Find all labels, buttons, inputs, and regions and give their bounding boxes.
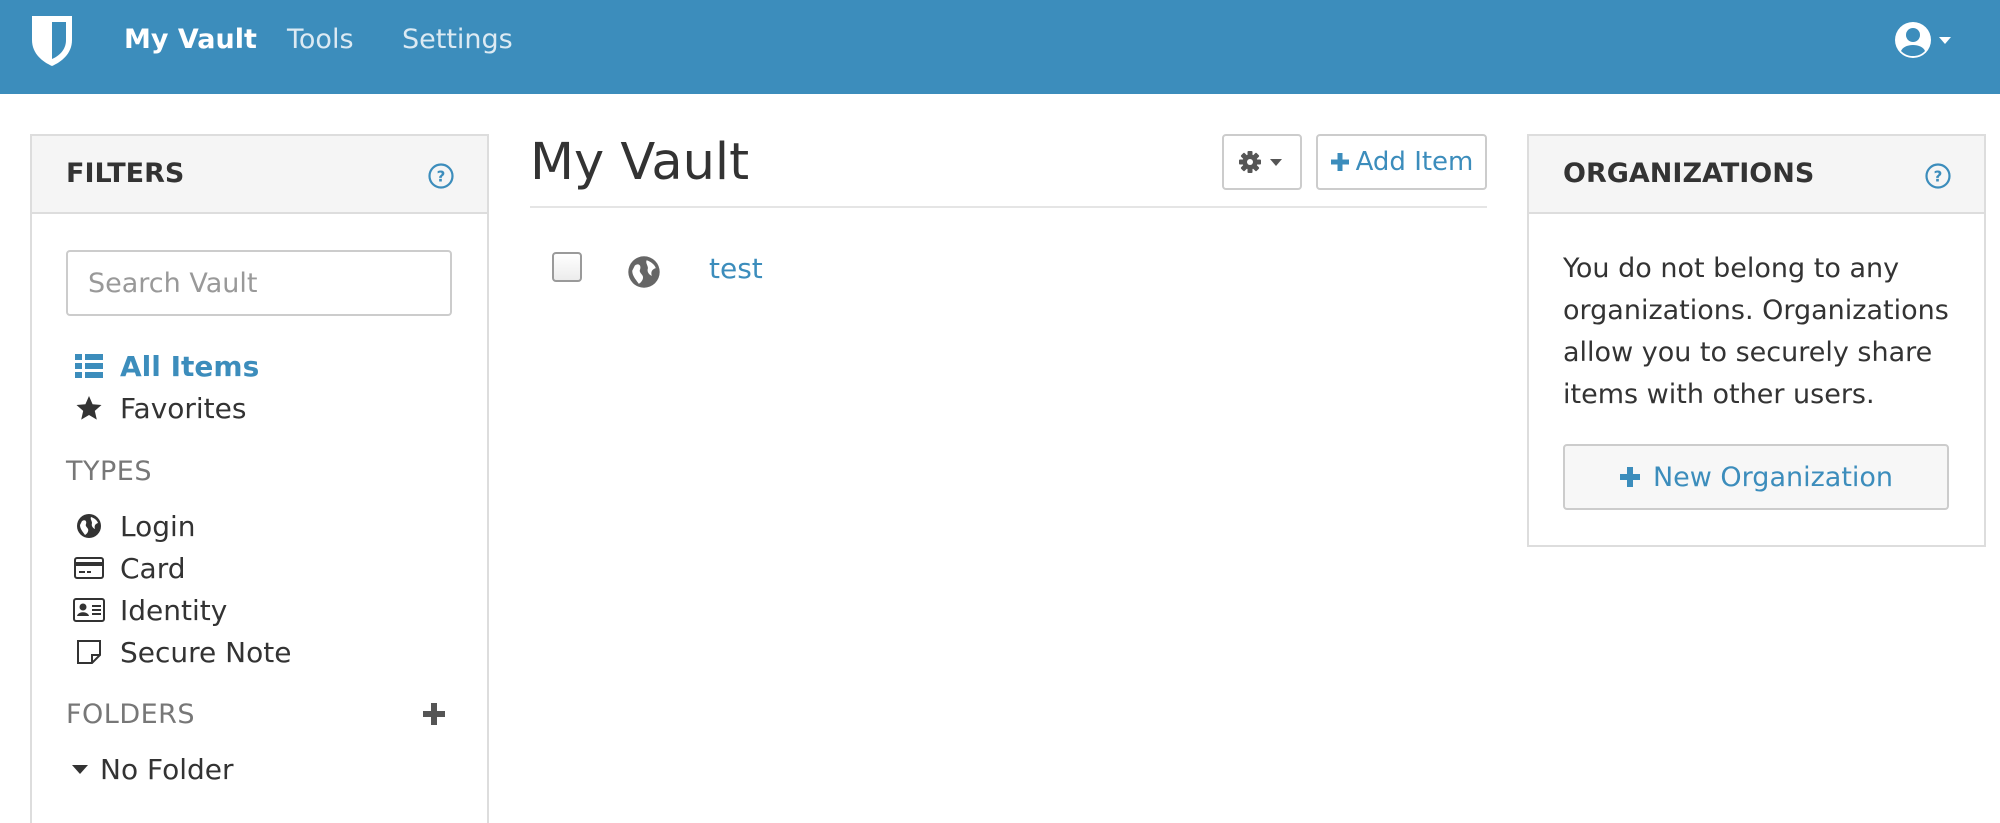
organizations-panel: ORGANIZATIONS ? You do not belong to any…: [1527, 134, 1986, 547]
nav-settings[interactable]: Settings: [402, 20, 513, 60]
filter-type-login-label: Login: [120, 509, 196, 543]
nav-my-vault[interactable]: My Vault: [124, 20, 257, 60]
item-name-link[interactable]: test: [709, 251, 763, 287]
help-icon[interactable]: ?: [1925, 163, 1951, 189]
top-navbar: My Vault Tools Settings: [0, 0, 2000, 94]
new-organization-label: New Organization: [1652, 461, 1894, 493]
folder-no-folder-label: No Folder: [100, 752, 234, 786]
filter-all-items-label: All Items: [120, 349, 260, 383]
folders-heading: FOLDERS: [66, 699, 196, 730]
filter-type-secure-note-label: Secure Note: [120, 635, 292, 669]
nav-tools[interactable]: Tools: [287, 20, 354, 60]
title-divider: [530, 206, 1487, 208]
filters-panel: FILTERS ? All Items Favorites TYPES: [30, 134, 489, 823]
filter-type-identity[interactable]: Identity: [66, 590, 227, 630]
filter-all-items[interactable]: All Items: [66, 346, 259, 386]
filter-type-identity-label: Identity: [120, 593, 228, 627]
plus-icon: [1619, 467, 1640, 487]
filter-favorites[interactable]: Favorites: [66, 388, 246, 428]
gear-icon: [1239, 151, 1282, 173]
page-title: My Vault: [530, 133, 750, 192]
help-icon[interactable]: ?: [428, 163, 454, 189]
filter-type-login[interactable]: Login: [66, 506, 196, 546]
organizations-description: You do not belong to any organizations. …: [1563, 253, 1949, 410]
folder-no-folder[interactable]: No Folder: [66, 749, 234, 789]
svg-text:?: ?: [437, 168, 446, 186]
sticky-note-icon: [70, 637, 108, 667]
add-item-label: Add Item: [1355, 147, 1474, 177]
new-organization-button[interactable]: New Organization: [1563, 444, 1949, 510]
account-menu[interactable]: [1893, 18, 1955, 62]
star-icon: [70, 393, 108, 423]
globe-icon: [70, 511, 108, 541]
shield-icon[interactable]: [30, 14, 74, 68]
caret-down-icon: [72, 765, 88, 774]
add-item-button[interactable]: Add Item: [1316, 134, 1487, 190]
chevron-down-icon: [1939, 37, 1951, 44]
add-folder-icon[interactable]: [422, 702, 446, 726]
plus-icon: [1330, 153, 1349, 171]
settings-dropdown-button[interactable]: [1222, 134, 1302, 190]
organizations-header: ORGANIZATIONS ?: [1529, 136, 1984, 214]
types-heading: TYPES: [66, 456, 152, 487]
item-checkbox[interactable]: [552, 252, 582, 282]
filter-type-card[interactable]: Card: [66, 548, 186, 588]
organizations-title: ORGANIZATIONS: [1563, 158, 1815, 189]
filter-type-card-label: Card: [120, 551, 186, 585]
user-circle-icon: [1895, 22, 1951, 58]
grid-icon: [70, 351, 108, 381]
search-vault-input[interactable]: [66, 250, 452, 316]
credit-card-icon: [70, 553, 108, 583]
svg-text:?: ?: [1934, 168, 1943, 186]
globe-icon: [628, 256, 660, 288]
filter-type-secure-note[interactable]: Secure Note: [66, 632, 291, 672]
filter-favorites-label: Favorites: [120, 391, 247, 425]
filters-header: FILTERS ?: [32, 136, 487, 214]
filters-title: FILTERS: [66, 158, 185, 189]
id-card-icon: [70, 595, 108, 625]
